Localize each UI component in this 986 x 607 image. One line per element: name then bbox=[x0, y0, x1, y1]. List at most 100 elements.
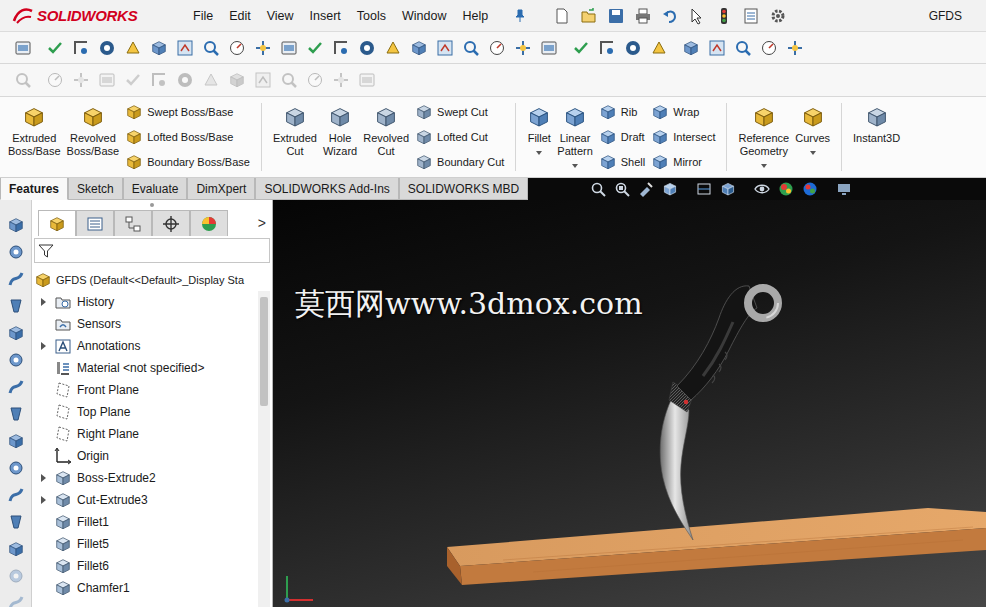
tab[interactable]: Sketch bbox=[68, 178, 123, 200]
pin-icon[interactable] bbox=[513, 9, 527, 23]
graphics-area[interactable]: 莫西网www.3dmox.com bbox=[273, 200, 986, 607]
view-tool-icon[interactable] bbox=[638, 181, 654, 197]
feature-tool-icon[interactable] bbox=[7, 540, 25, 558]
tool-icon[interactable] bbox=[306, 39, 324, 57]
view-tool-icon[interactable] bbox=[720, 181, 736, 197]
menu-item[interactable]: Tools bbox=[356, 7, 387, 25]
feature-tool-icon[interactable] bbox=[7, 405, 25, 423]
command-button[interactable]: Linear Pattern bbox=[557, 97, 592, 177]
rebuild-icon[interactable] bbox=[715, 7, 733, 25]
tool-icon[interactable] bbox=[436, 39, 454, 57]
tool-icon[interactable] bbox=[786, 39, 804, 57]
tool-icon[interactable] bbox=[72, 39, 90, 57]
tree-item[interactable]: Boss-Extrude2 bbox=[32, 467, 258, 489]
command-button[interactable]: Revolved Boss/Base bbox=[67, 97, 120, 177]
view-tool-icon[interactable] bbox=[614, 181, 630, 197]
panel-tab[interactable] bbox=[190, 210, 228, 236]
feature-tool-icon[interactable] bbox=[7, 216, 25, 234]
tool-icon[interactable] bbox=[598, 39, 616, 57]
command-button[interactable]: Swept Boss/Base bbox=[125, 103, 250, 121]
tree-item[interactable]: Top Plane bbox=[32, 401, 258, 423]
expand-arrow[interactable] bbox=[41, 474, 46, 482]
scrollbar[interactable] bbox=[258, 291, 270, 607]
tree-item[interactable]: Fillet1 bbox=[32, 511, 258, 533]
menu-item[interactable]: Insert bbox=[309, 7, 342, 25]
tree-item[interactable]: Fillet5 bbox=[32, 533, 258, 555]
tool-icon[interactable] bbox=[514, 39, 532, 57]
select-icon[interactable] bbox=[688, 7, 706, 25]
menu-item[interactable]: Help bbox=[462, 7, 490, 25]
tool-icon[interactable] bbox=[14, 39, 32, 57]
command-button[interactable]: Lofted Cut bbox=[415, 128, 504, 146]
tool-icon[interactable] bbox=[202, 39, 220, 57]
tool-icon[interactable] bbox=[682, 39, 700, 57]
panel-tab[interactable] bbox=[114, 210, 152, 236]
view-tool-icon[interactable] bbox=[662, 181, 678, 197]
tree-item[interactable]: Right Plane bbox=[32, 423, 258, 445]
tool-icon[interactable] bbox=[708, 39, 726, 57]
feature-tool-icon[interactable] bbox=[7, 243, 25, 261]
options-icon[interactable] bbox=[769, 7, 787, 25]
feature-tool-icon[interactable] bbox=[7, 351, 25, 369]
feature-tool-icon[interactable] bbox=[7, 513, 25, 531]
scroll-thumb[interactable] bbox=[260, 297, 268, 406]
more-tabs-button[interactable]: > bbox=[252, 210, 272, 236]
view-tool-icon[interactable] bbox=[590, 181, 606, 197]
tab[interactable]: DimXpert bbox=[187, 178, 255, 200]
feature-tool-icon[interactable] bbox=[7, 297, 25, 315]
tree-item[interactable]: Front Plane bbox=[32, 379, 258, 401]
command-button[interactable]: Extruded Cut bbox=[273, 97, 317, 177]
feature-tool-icon[interactable] bbox=[7, 270, 25, 288]
expand-arrow[interactable] bbox=[41, 342, 46, 350]
feature-tool-icon[interactable] bbox=[7, 567, 25, 585]
expand-arrow[interactable] bbox=[41, 496, 46, 504]
tool-icon[interactable] bbox=[384, 39, 402, 57]
tool-icon[interactable] bbox=[280, 39, 298, 57]
command-button[interactable]: Shell bbox=[599, 153, 645, 171]
tool-icon[interactable] bbox=[46, 39, 64, 57]
dropdown-arrow[interactable] bbox=[810, 151, 816, 155]
tool-icon[interactable] bbox=[410, 39, 428, 57]
feature-tool-icon[interactable] bbox=[7, 378, 25, 396]
tab[interactable]: Evaluate bbox=[123, 178, 188, 200]
command-button[interactable]: Reference Geometry bbox=[738, 97, 789, 177]
tool-icon[interactable] bbox=[358, 39, 376, 57]
file-properties-icon[interactable] bbox=[742, 7, 760, 25]
tool-icon[interactable] bbox=[650, 39, 668, 57]
feature-tool-icon[interactable] bbox=[7, 486, 25, 504]
panel-tab[interactable] bbox=[152, 210, 190, 236]
command-button[interactable]: Wrap bbox=[651, 103, 715, 121]
tree-item[interactable]: Sensors bbox=[32, 313, 258, 335]
tool-icon[interactable] bbox=[176, 39, 194, 57]
command-button[interactable]: Swept Cut bbox=[415, 103, 504, 121]
tab[interactable]: SOLIDWORKS Add-Ins bbox=[255, 178, 398, 200]
tool-icon[interactable] bbox=[150, 39, 168, 57]
save-icon[interactable] bbox=[607, 7, 625, 25]
menu-item[interactable]: Window bbox=[401, 7, 447, 25]
tree-item[interactable]: Cut-Extrude3 bbox=[32, 489, 258, 511]
tool-icon[interactable] bbox=[488, 39, 506, 57]
command-button[interactable]: Draft bbox=[599, 128, 645, 146]
tab[interactable]: Features bbox=[0, 178, 68, 200]
dropdown-arrow[interactable] bbox=[536, 151, 542, 155]
new-document-icon[interactable] bbox=[553, 7, 571, 25]
view-tool-icon[interactable] bbox=[778, 181, 794, 197]
command-button[interactable]: Revolved Cut bbox=[363, 97, 409, 177]
view-tool-icon[interactable] bbox=[802, 181, 818, 197]
tree-item[interactable]: History bbox=[32, 291, 258, 313]
feature-tool-icon[interactable] bbox=[7, 432, 25, 450]
dropdown-arrow[interactable] bbox=[572, 164, 578, 168]
command-button[interactable]: Curves bbox=[795, 97, 830, 177]
tool-icon[interactable] bbox=[124, 39, 142, 57]
open-icon[interactable] bbox=[580, 7, 598, 25]
view-tool-icon[interactable] bbox=[836, 181, 852, 197]
feature-tool-icon[interactable] bbox=[7, 324, 25, 342]
command-button[interactable]: Rib bbox=[599, 103, 645, 121]
command-button[interactable]: Mirror bbox=[651, 153, 715, 171]
menu-item[interactable]: View bbox=[266, 7, 295, 25]
feature-tool-icon[interactable] bbox=[7, 594, 25, 607]
tree-item[interactable]: Fillet6 bbox=[32, 555, 258, 577]
command-button[interactable]: Hole Wizard bbox=[323, 97, 357, 177]
tree-root[interactable]: GFDS (Default<<Default>_Display Sta bbox=[32, 269, 272, 291]
view-tool-icon[interactable] bbox=[696, 181, 712, 197]
